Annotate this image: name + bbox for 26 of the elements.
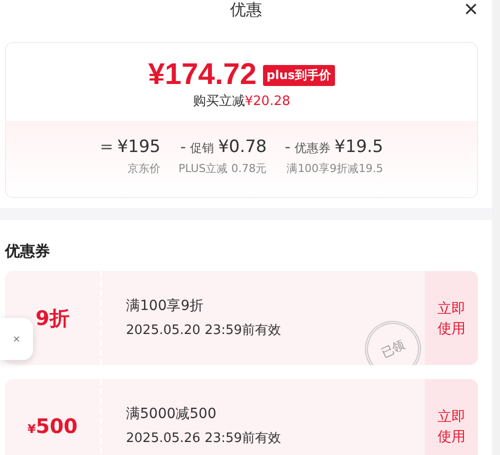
coupon-amount: ¥500	[27, 414, 78, 438]
use-now-button[interactable]: 立即使用	[425, 379, 478, 455]
panel-title: 优惠	[230, 0, 262, 21]
breakdown-value: ¥0.78	[218, 137, 267, 157]
breakdown-value: ¥195	[117, 137, 160, 157]
plus-price-badge: plus到手价	[262, 64, 335, 86]
operator: =	[100, 137, 114, 156]
final-price: ¥174.72	[148, 58, 257, 92]
breakdown-label: 优惠券	[294, 140, 331, 157]
breakdown-note: 京东价	[127, 161, 160, 176]
operator: -	[284, 137, 291, 156]
section-title: 优惠券	[5, 242, 51, 261]
operator: -	[180, 137, 186, 156]
use-now-button[interactable]: 立即使用	[425, 271, 478, 365]
coupon-condition: 满5000减500	[126, 405, 218, 423]
coupon-validity: 2025.05.20 23:59前有效	[126, 322, 282, 339]
coupon-validity: 2025.05.26 23:59前有效	[126, 430, 282, 447]
close-button[interactable]: ×	[464, 0, 478, 22]
breakdown-label: 促销	[190, 140, 214, 157]
breakdown-note: 满100享9折减19.5	[286, 161, 384, 176]
float-close-button[interactable]: ×	[0, 318, 33, 360]
saving-text: 购买立减¥20.28	[192, 93, 290, 110]
breakdown-note: PLUS立减 0.78元	[178, 161, 267, 176]
coupon-amount: 9折	[36, 304, 70, 332]
breakdown-value: ¥19.5	[334, 137, 384, 157]
coupon-condition: 满100享9折	[126, 297, 205, 315]
